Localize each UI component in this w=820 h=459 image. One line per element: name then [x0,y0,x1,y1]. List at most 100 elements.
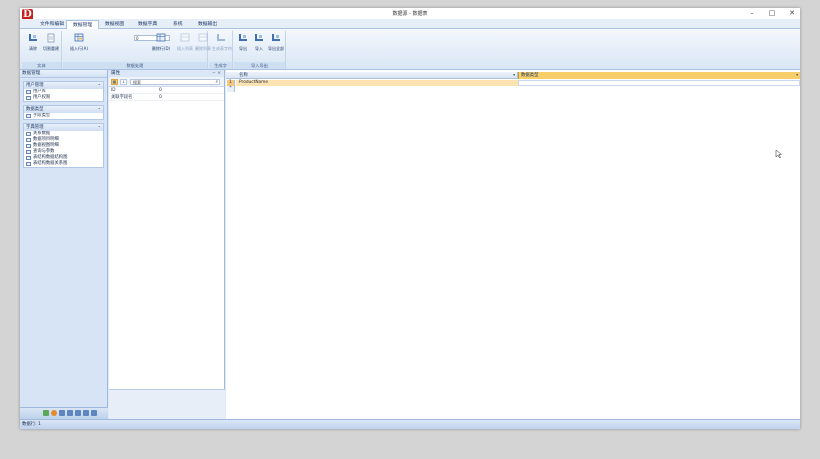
dropdown-arrow-icon[interactable]: ▾ [796,72,798,79]
ribbon-group-label: 生成字 [209,62,232,69]
table-row-new[interactable]: * [226,86,800,92]
ribbon-group-generate: 生成表字符 生成字 [209,31,233,69]
view-icon [26,144,31,148]
new-row-marker[interactable]: * [227,86,235,92]
split-rebuild-button[interactable]: 切割重建 [43,33,59,52]
grid-cell[interactable] [236,86,518,92]
properties-title-text: 属性 [111,71,121,76]
nav-item-user-permissions[interactable]: 用户权限 [24,95,103,101]
tab-data-output[interactable]: 数据输出 [192,20,223,29]
ribbon-group-import-export: 导出 导入 导出全部 导入导出 [234,31,286,69]
property-value[interactable]: 0 [159,87,224,93]
sync-icon[interactable] [59,410,65,416]
relation-icon [26,132,31,136]
sort-alpha-icon[interactable]: ↓ [120,79,127,85]
delete-row-button[interactable]: 删除行(D) [151,33,171,52]
ribbon-tabs: 文件和编辑 数据管理 数据视图 数据字典 系统 数据输出 [20,19,800,29]
ribbon-group-data-processing: 插入行(A) 0 删除行(D) 插入列表 删除列表 数据处理 [63,31,211,69]
save-icon[interactable] [43,410,49,416]
clear-button[interactable]: 清除 [25,33,41,52]
print-icon[interactable] [75,410,81,416]
close-button[interactable]: ✕ [788,9,796,17]
mail-icon[interactable] [83,410,89,416]
generate-icon [217,34,225,41]
title-bar: D 数据源 - 数据表 – □ ✕ [20,8,800,21]
grid-header: 名称 ▾ 数据类型 ▾ [226,72,800,79]
import-button[interactable]: 导入 [251,33,267,52]
app-window: D 数据源 - 数据表 – □ ✕ 文件和编辑 数据管理 数据视图 数据字典 系… [20,8,800,429]
ribbon-group-label: 导入导出 [234,62,285,69]
chevron-up-icon: ⌃ [97,107,101,112]
query-icon [26,150,31,154]
nav-group-title: 数据类型 [26,107,44,112]
refresh-icon[interactable] [51,410,57,416]
nav-item-label: 字段类型 [33,113,51,118]
navigation-pane: 数据管理 用户管理 ⌃ 用户库 用户权限 数据类型 ⌃ 字段类型 字典管理 ⌃ 关系数… [20,70,108,419]
nav-group-user-management: 用户管理 ⌃ 用户库 用户权限 [23,81,104,102]
search-placeholder: 搜索 [133,80,141,85]
tab-system[interactable]: 系统 [167,20,189,29]
navigation-shortcuts [43,410,97,416]
properties-panel: 属性 − × ▦ ↓ 搜索 ⌕ ID 0 关联字段名 0 [109,70,225,419]
ribbon-group-label: 数据处理 [63,62,207,69]
nav-item-relation-diagram[interactable]: 表结构数据关系图 [24,161,103,167]
table-delete-icon [156,33,166,42]
page-icon [47,33,55,43]
search-icon[interactable]: ⌕ [215,80,218,85]
link-icon[interactable] [67,410,73,416]
properties-search-input[interactable]: 搜索 ⌕ [130,79,220,85]
insert-list-button[interactable]: 插入列表 [176,33,194,52]
tab-data-dictionary[interactable]: 数据字典 [132,20,163,29]
nav-group-title: 用户管理 [26,83,44,88]
tab-file-edit[interactable]: 文件和编辑 [34,20,70,29]
nav-group-title: 字典管理 [26,125,44,130]
grid-clear-icon [29,34,37,41]
status-bar: 数据行: 1 [20,419,800,429]
property-description [109,389,225,419]
chevron-up-icon: ⌃ [97,125,101,130]
export-all-icon [272,34,280,41]
table-insert-icon [74,33,84,42]
property-name: ID [111,88,116,93]
data-item-icon [26,138,31,142]
property-row[interactable]: ID 0 [109,87,224,94]
users-icon [26,90,31,94]
column-header-data-type[interactable]: 数据类型 ▾ [518,72,800,79]
pin-close-icon[interactable]: − × [212,70,221,77]
insert-row-button[interactable]: 插入行(A) [68,33,90,52]
key-icon [26,96,31,100]
ribbon-group-entity: 清除 切割重建 实体 [22,31,62,69]
property-value[interactable]: 0 [159,94,224,100]
diagram-icon [26,162,31,166]
property-row[interactable]: 关联字段名 0 [109,94,224,101]
field-type-icon [26,114,31,118]
settings-icon[interactable] [91,410,97,416]
export-icon [239,34,247,41]
tab-data-view[interactable]: 数据视图 [99,20,130,29]
export-all-button[interactable]: 导出全部 [267,33,285,52]
nav-group-header[interactable]: 字典管理 ⌃ [24,124,103,131]
properties-title: 属性 − × [109,70,224,77]
list-insert-icon [180,33,190,42]
nav-item-label: 表结构数据关系图 [33,161,68,166]
nav-group-dictionary: 字典管理 ⌃ 关系数据 数据项目明细 数据视图明细 查询与参数 表结构数据结构图 … [23,123,104,168]
categorized-icon[interactable]: ▦ [111,79,118,85]
maximize-button[interactable]: □ [768,9,776,17]
export-button[interactable]: 导出 [235,33,251,52]
nav-item-field-types[interactable]: 字段类型 [24,113,103,119]
ribbon-group-label: 实体 [22,62,61,69]
minimize-button[interactable]: – [748,9,756,17]
data-grid: 名称 ▾ 数据类型 ▾ 1 ProductName * [226,70,800,419]
column-header-name[interactable]: 名称 ▾ [236,72,518,79]
nav-group-header[interactable]: 用户管理 ⌃ [24,82,103,89]
window-title: 数据源 - 数据表 [392,11,428,17]
nav-item-label: 用户权限 [33,95,51,100]
list-delete-icon [198,33,208,42]
mouse-cursor-icon [775,150,782,158]
import-icon [255,34,263,41]
tab-data-management[interactable]: 数据管理 [66,20,100,29]
generate-chars-button[interactable]: 生成表字符 [212,33,232,52]
properties-toolbar: ▦ ↓ 搜索 ⌕ [109,77,224,87]
dropdown-arrow-icon[interactable]: ▾ [513,72,515,79]
nav-group-header[interactable]: 数据类型 ⌃ [24,106,103,113]
